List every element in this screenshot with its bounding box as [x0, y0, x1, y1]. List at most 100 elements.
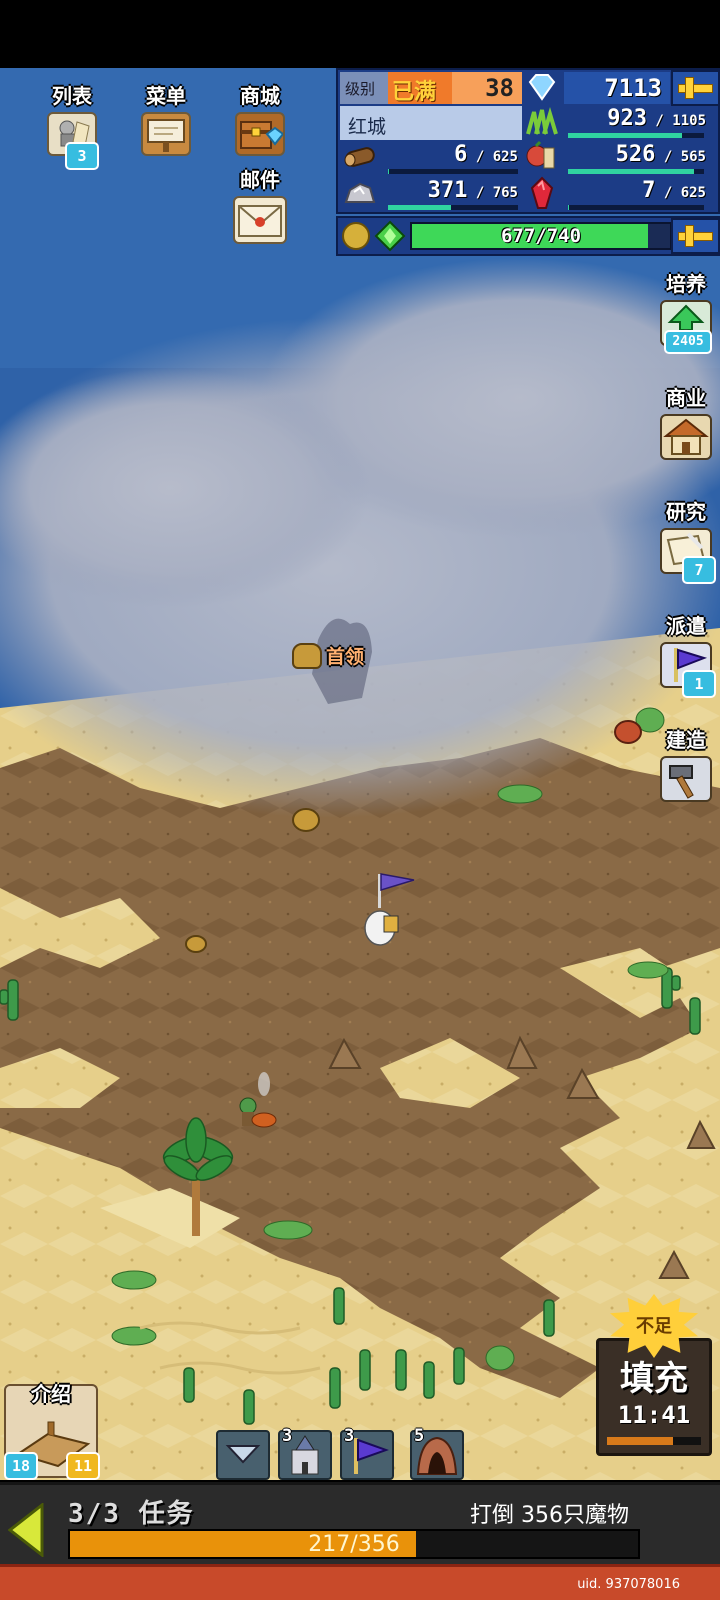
ore-cell: 371 / 765 — [384, 176, 522, 212]
intro-button[interactable]: 介绍 18 11 — [4, 1382, 100, 1480]
research-label: 研究 — [666, 500, 706, 524]
ruby-icon — [524, 176, 564, 212]
train-badge: 2405 — [664, 330, 712, 354]
train-button[interactable]: 培养 2405 — [655, 272, 717, 354]
game-map[interactable] — [0, 68, 720, 1480]
wood-sep: / — [467, 149, 493, 165]
boss-marker[interactable]: 首领 — [292, 642, 364, 669]
food-bar — [568, 169, 704, 174]
intro-badge-right: 11 — [66, 1452, 100, 1480]
ruby-value: 7 — [642, 178, 656, 203]
ruby-bar — [568, 205, 704, 210]
add-diamonds-button[interactable] — [671, 70, 720, 106]
train-up-icon: 2405 — [660, 300, 712, 354]
wood-bar — [388, 169, 518, 174]
grass-bar-fill — [568, 133, 682, 138]
level-value: 38 — [485, 74, 514, 102]
status-bar — [0, 0, 720, 68]
grass-icon — [524, 106, 564, 140]
flag-button[interactable]: 3 — [340, 1426, 394, 1480]
wood-bar-fill — [388, 169, 390, 174]
footer-bar: uid. 937078016 — [0, 1564, 720, 1600]
house-icon — [660, 414, 712, 460]
mail-label: 邮件 — [240, 168, 280, 192]
food-bar-fill — [568, 169, 695, 174]
ruby-cell: 7 / 625 — [564, 176, 710, 212]
ruby-max: 625 — [680, 185, 706, 201]
quest-progress-text: 217/356 — [308, 1532, 400, 1557]
ruby-sep: / — [655, 185, 681, 201]
quest-title: 3/3 任务 — [68, 1499, 195, 1529]
shop-label: 商城 — [240, 84, 280, 108]
castle-count: 3 — [282, 1426, 293, 1446]
list-icon: 3 — [47, 112, 99, 170]
flag-count: 3 — [344, 1426, 355, 1446]
research-scroll-icon: 7 — [660, 528, 716, 584]
quest-goal: 打倒 356只魔物 — [470, 1503, 629, 1528]
hammer-icon — [660, 756, 712, 802]
level-cell: 38 — [452, 72, 522, 104]
refill-button[interactable]: 填充 11:41 不足 — [590, 1290, 718, 1456]
mail-button[interactable]: 邮件 — [224, 168, 296, 244]
refill-bar — [607, 1437, 701, 1445]
grass-value: 923 — [607, 106, 647, 131]
signboard-icon — [141, 112, 191, 156]
castle-button[interactable]: 3 — [278, 1426, 332, 1480]
ore-max: 765 — [492, 185, 518, 201]
energy-bar: 677/740 — [410, 222, 672, 250]
business-label: 商业 — [666, 386, 706, 410]
cave-count: 5 — [414, 1426, 425, 1446]
wood-icon — [340, 140, 384, 176]
resource-panel: 级别 已满 38 7113 红城 923 / 1105 6 / 625 526 … — [336, 68, 720, 214]
triangle-left-icon[interactable] — [8, 1503, 46, 1557]
chevron-down-icon — [225, 1445, 261, 1464]
mail-icon — [233, 196, 287, 244]
diamond-value: 7113 — [604, 74, 662, 102]
diamond-icon — [524, 72, 564, 104]
food-max: 565 — [680, 149, 706, 165]
list-badge: 3 — [65, 142, 99, 170]
energy-max: 740 — [546, 225, 582, 247]
wood-max: 625 — [492, 149, 518, 165]
grass-cell: 923 / 1105 — [564, 106, 710, 140]
research-badge: 7 — [682, 556, 716, 584]
grass-bar — [568, 133, 704, 138]
map-terrain — [0, 68, 720, 1480]
user-id: uid. 937078016 — [577, 1577, 680, 1592]
wood-value: 6 — [454, 142, 468, 167]
food-cell: 526 / 565 — [564, 140, 710, 176]
shop-chest-icon — [235, 112, 285, 156]
green-gem-icon — [372, 220, 408, 252]
business-button[interactable]: 商业 — [655, 386, 717, 460]
level-status-cell: 已满 — [388, 72, 452, 105]
town-name: 红城 — [348, 116, 387, 138]
quest-bar[interactable]: 3/3 任务 打倒 356只魔物 217/356 — [0, 1482, 720, 1564]
research-button[interactable]: 研究 7 — [655, 500, 717, 584]
menu-button[interactable]: 菜单 — [130, 84, 202, 156]
add-energy-button[interactable] — [671, 218, 720, 254]
wood-cell: 6 / 625 — [384, 140, 522, 176]
level-label: 级别 — [345, 80, 376, 98]
dispatch-button[interactable]: 派遣 1 — [655, 614, 717, 698]
level-status: 已满 — [392, 80, 437, 105]
grass-max: 1105 — [672, 113, 706, 129]
shop-button[interactable]: 商城 — [224, 84, 296, 156]
refill-label: 填充 — [620, 1359, 688, 1399]
intro-label: 介绍 — [31, 1382, 71, 1406]
collapse-button[interactable] — [216, 1430, 270, 1480]
menu-label: 菜单 — [146, 84, 186, 108]
food-value: 526 — [615, 142, 656, 167]
build-button[interactable]: 建造 — [655, 728, 717, 802]
cave-button[interactable]: 5 — [410, 1426, 464, 1480]
refill-timer: 11:41 — [617, 1401, 691, 1429]
refill-burst-text: 不足 — [636, 1316, 672, 1337]
ruby-bar-fill — [568, 205, 570, 210]
menu-list-button[interactable]: 列表 3 — [36, 84, 108, 170]
ore-sep: / — [467, 185, 493, 201]
level-label-cell: 级别 — [340, 72, 388, 104]
energy-sep: / — [535, 225, 547, 247]
ore-icon — [340, 176, 384, 212]
food-sep: / — [655, 149, 681, 165]
refill-bar-fill — [607, 1437, 673, 1445]
dispatch-badge: 1 — [682, 670, 716, 698]
